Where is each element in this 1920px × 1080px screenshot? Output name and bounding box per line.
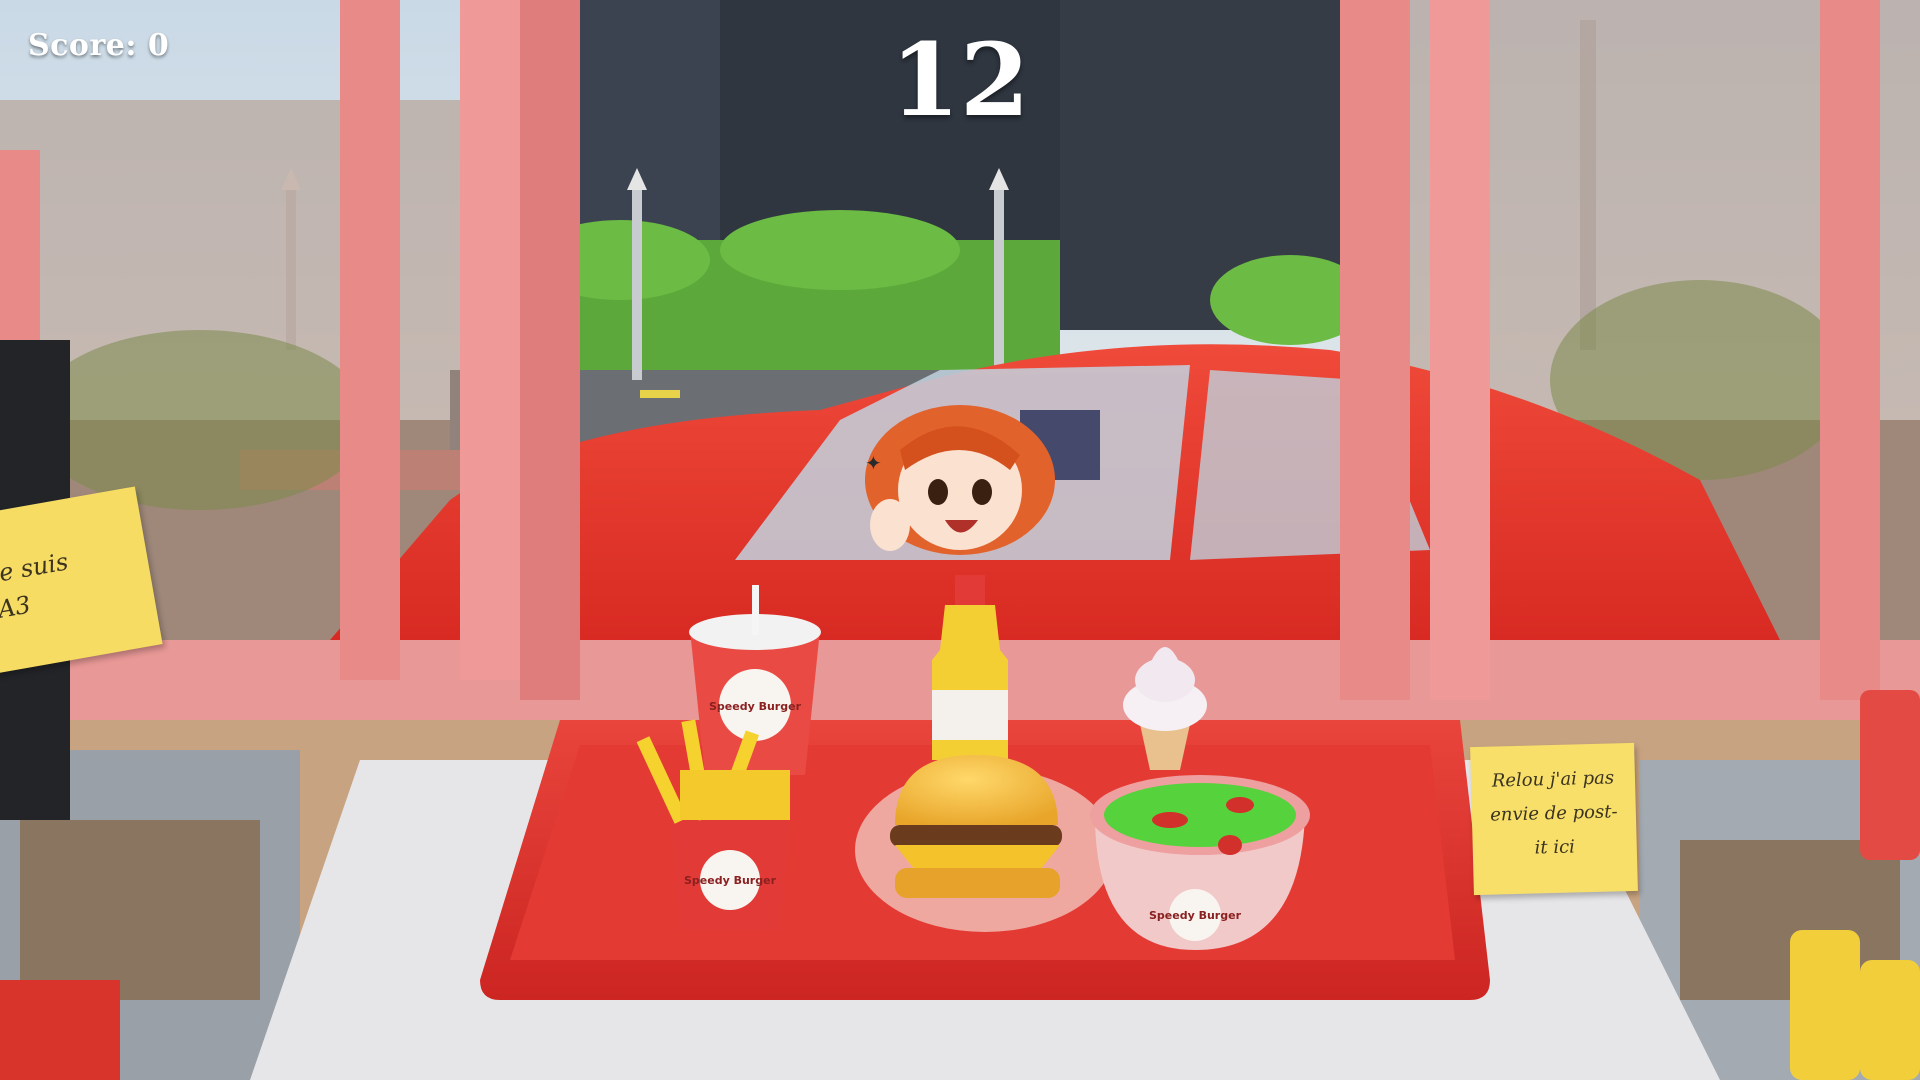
postit-right-line-3: it ici — [1534, 836, 1576, 859]
postit-note-right: Relou j'ai pas envie de post- it ici — [1470, 742, 1638, 896]
postit-right-line-2: envie de post- — [1489, 801, 1618, 826]
svg-text:✦: ✦ — [865, 451, 882, 475]
postit-note-left: je suis A3 — [0, 486, 163, 674]
svg-text:Speedy Burger: Speedy Burger — [1149, 909, 1242, 922]
countdown-timer: 12 — [890, 21, 1030, 139]
postit-right-line-1: Relou j'ai pas — [1491, 767, 1615, 792]
customer-character: ✦ — [865, 405, 1055, 555]
drive-through-scene: ✦ Speedy Burger Speedy Burger Speedy Bur… — [0, 0, 1920, 1080]
svg-text:Speedy Burger: Speedy Burger — [709, 700, 802, 713]
svg-text:Speedy Burger: Speedy Burger — [684, 874, 777, 887]
